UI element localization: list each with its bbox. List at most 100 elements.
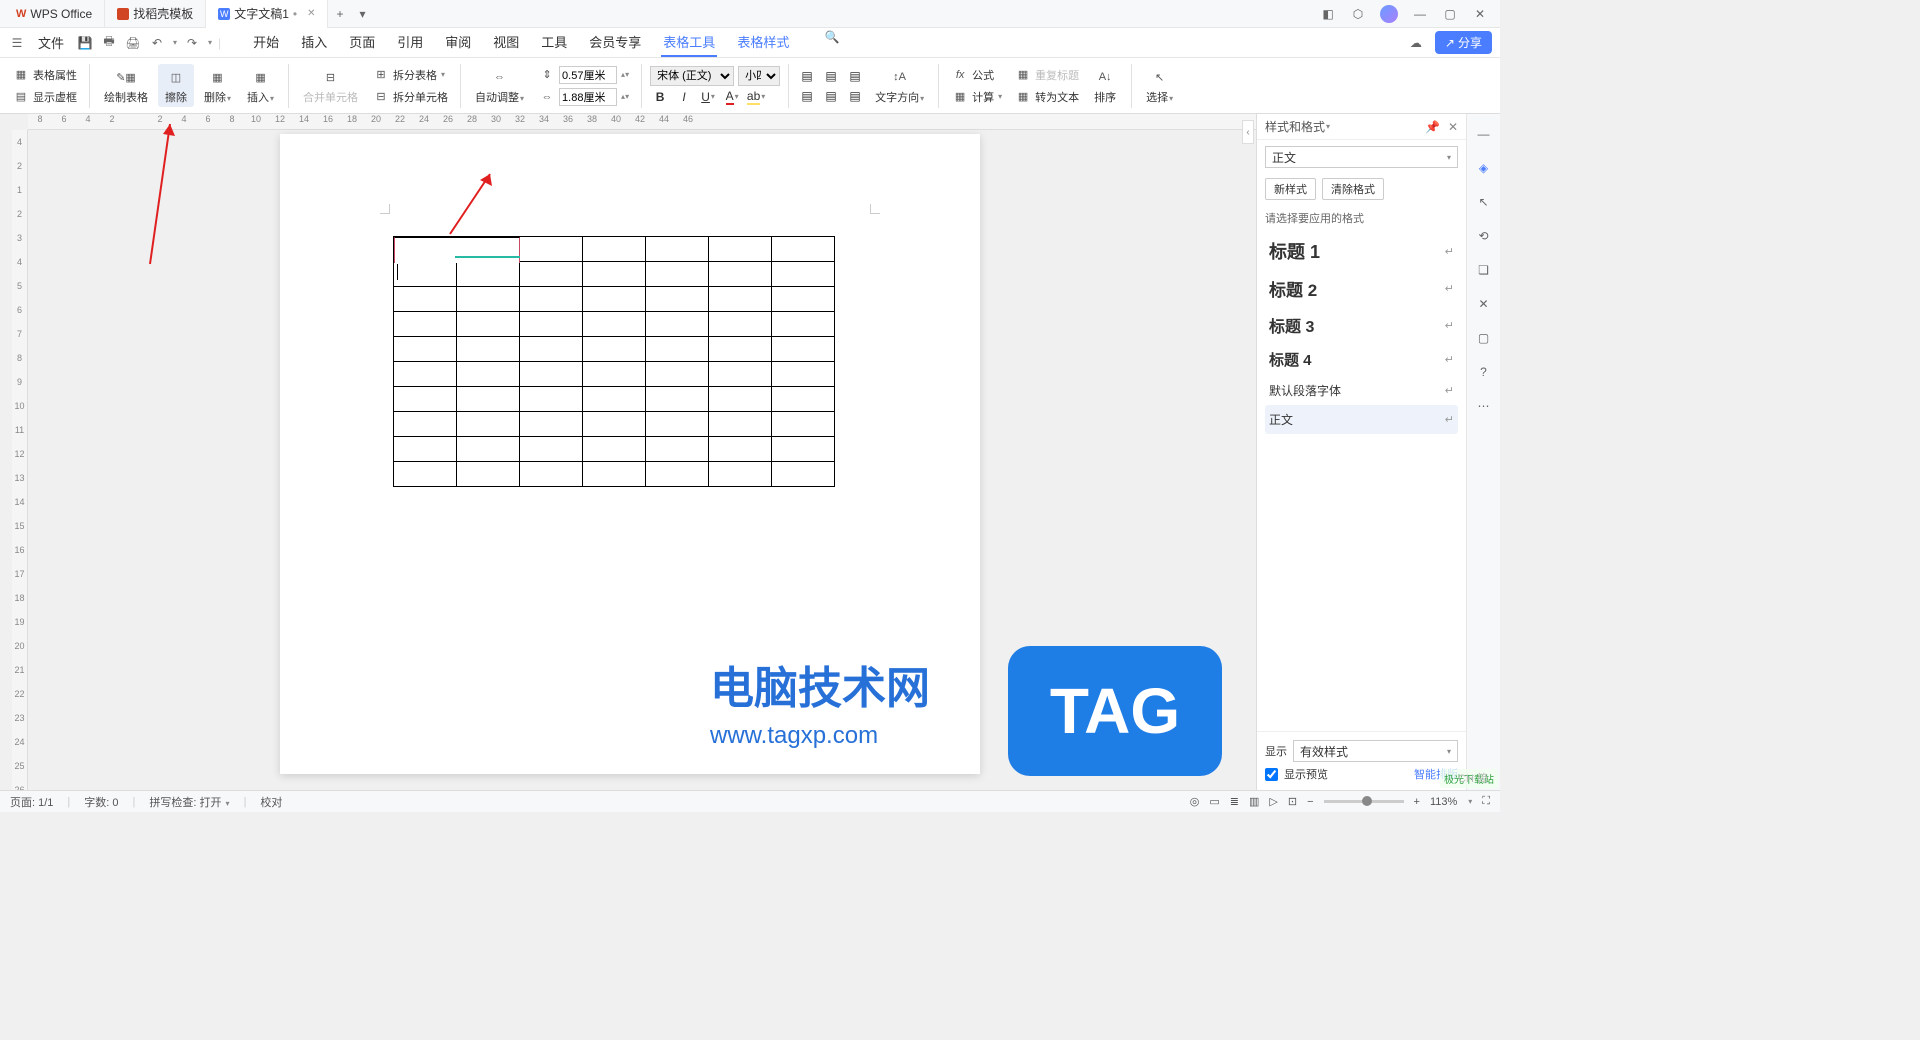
print-icon[interactable]: 🖶 [100,34,118,52]
formula-button[interactable]: fx公式 [947,65,1006,85]
table-cell[interactable] [772,337,835,362]
draw-table-button[interactable]: ✎▦绘制表格 [98,64,154,107]
device-icon[interactable]: ▢ [1474,328,1494,348]
template-tab[interactable]: 找稻壳模板 [105,0,206,28]
current-style-select[interactable]: 正文▾ [1265,146,1458,168]
tab-start[interactable]: 开始 [251,28,281,57]
table-cell[interactable] [709,437,772,462]
table-cell[interactable] [394,312,457,337]
tab-table-style[interactable]: 表格样式 [735,28,791,57]
table-cell[interactable] [772,362,835,387]
align-br-button[interactable]: ▤ [845,87,865,105]
pin-icon[interactable]: 📌 [1425,120,1440,134]
select-button[interactable]: ↖选择▾ [1140,64,1179,107]
insert-button[interactable]: ▦插入▾ [241,64,280,107]
table-cell[interactable] [394,262,457,287]
table-cell[interactable] [646,362,709,387]
select-tool-icon[interactable]: ↖ [1474,192,1494,212]
table-cell[interactable] [646,262,709,287]
table-cell[interactable] [709,237,772,262]
sync-icon[interactable]: ⟲ [1474,226,1494,246]
text-direction-button[interactable]: ↕A文字方向▾ [869,64,930,107]
table-cell[interactable] [394,287,457,312]
clear-format-button[interactable]: 清除格式 [1322,178,1384,200]
table-cell[interactable] [583,387,646,412]
table-cell[interactable] [583,337,646,362]
align-tl-button[interactable]: ▤ [797,67,817,85]
table-cell[interactable] [520,237,583,262]
help-icon[interactable]: ? [1474,362,1494,382]
font-size-select[interactable]: 小四 [738,66,780,86]
height-input[interactable] [559,66,617,84]
table-cell[interactable] [772,412,835,437]
table-cell[interactable] [520,387,583,412]
file-menu[interactable]: 文件 [38,33,64,52]
save-icon[interactable]: 💾 [76,34,94,52]
table-cell[interactable] [394,387,457,412]
redo-dropdown-icon[interactable]: ▾ [208,38,212,47]
close-window-icon[interactable]: ✕ [1472,7,1488,21]
table-cell[interactable] [457,462,520,487]
panel-collapse-button[interactable]: ‹ [1242,120,1254,144]
table-cell[interactable] [772,437,835,462]
cube-icon[interactable]: ⬡ [1350,7,1366,21]
table-cell[interactable] [394,437,457,462]
sort-button[interactable]: A↓排序 [1087,64,1123,107]
tab-insert[interactable]: 插入 [299,28,329,57]
style-item[interactable]: 正文↵ [1265,405,1458,434]
table-cell[interactable] [583,437,646,462]
table-cell[interactable] [646,337,709,362]
table-cell[interactable] [646,237,709,262]
zoom-out-button[interactable]: − [1307,796,1313,808]
table-cell[interactable] [772,462,835,487]
undo-icon[interactable]: ↶ [148,34,166,52]
table-cell[interactable] [583,412,646,437]
new-tab-button[interactable]: + [328,7,351,21]
tab-reference[interactable]: 引用 [395,28,425,57]
table-cell[interactable] [457,287,520,312]
table-cell[interactable] [520,412,583,437]
table-cell[interactable] [646,287,709,312]
repeat-title-button[interactable]: ▦重复标题 [1010,65,1083,85]
table-cell[interactable] [709,312,772,337]
delete-button[interactable]: ▦删除▾ [198,64,237,107]
panel-icon[interactable]: ◧ [1320,7,1336,21]
table-cell[interactable] [772,287,835,312]
width-input[interactable] [559,88,617,106]
table-cell[interactable] [583,312,646,337]
table-cell[interactable] [520,462,583,487]
table-cell[interactable] [583,237,646,262]
zoom-in-button[interactable]: + [1414,796,1420,808]
highlight-button[interactable]: ab▾ [746,88,766,106]
table-cell[interactable] [520,437,583,462]
table-cell[interactable] [709,412,772,437]
table-cell[interactable] [646,437,709,462]
calc-button[interactable]: ▦计算▾ [947,87,1006,107]
proofread-status[interactable]: 校对 [260,794,282,810]
layers-icon[interactable]: ❏ [1474,260,1494,280]
align-bc-button[interactable]: ▤ [821,87,841,105]
table-cell[interactable] [583,287,646,312]
document-tab[interactable]: W 文字文稿1 • ✕ [206,0,328,28]
more-icon[interactable]: ⋯ [1474,396,1494,416]
tab-page[interactable]: 页面 [347,28,377,57]
tab-tools[interactable]: 工具 [539,28,569,57]
close-tab-icon[interactable]: ✕ [307,8,315,19]
view-outline-icon[interactable]: ≣ [1230,795,1239,808]
table-cell[interactable] [394,412,457,437]
focus-mode-icon[interactable]: ◎ [1190,795,1200,808]
document-table[interactable] [393,236,835,487]
zoom-slider[interactable] [1324,800,1404,803]
table-cell[interactable] [709,387,772,412]
align-tc-button[interactable]: ▤ [821,67,841,85]
diamond-icon[interactable]: ◈ [1474,158,1494,178]
style-item[interactable]: 标题 2↵ [1265,270,1458,307]
table-cell[interactable] [772,387,835,412]
table-cell[interactable] [709,262,772,287]
horizontal-ruler[interactable]: 8642246810121416182022242628303234363840… [28,114,1256,130]
undo-dropdown-icon[interactable]: ▾ [173,38,177,47]
view-fullwidth-icon[interactable]: ⊡ [1288,795,1297,808]
style-item[interactable]: 标题 4↵ [1265,343,1458,376]
table-cell[interactable] [457,362,520,387]
row-height[interactable]: ⇕▴▾ [534,65,633,85]
